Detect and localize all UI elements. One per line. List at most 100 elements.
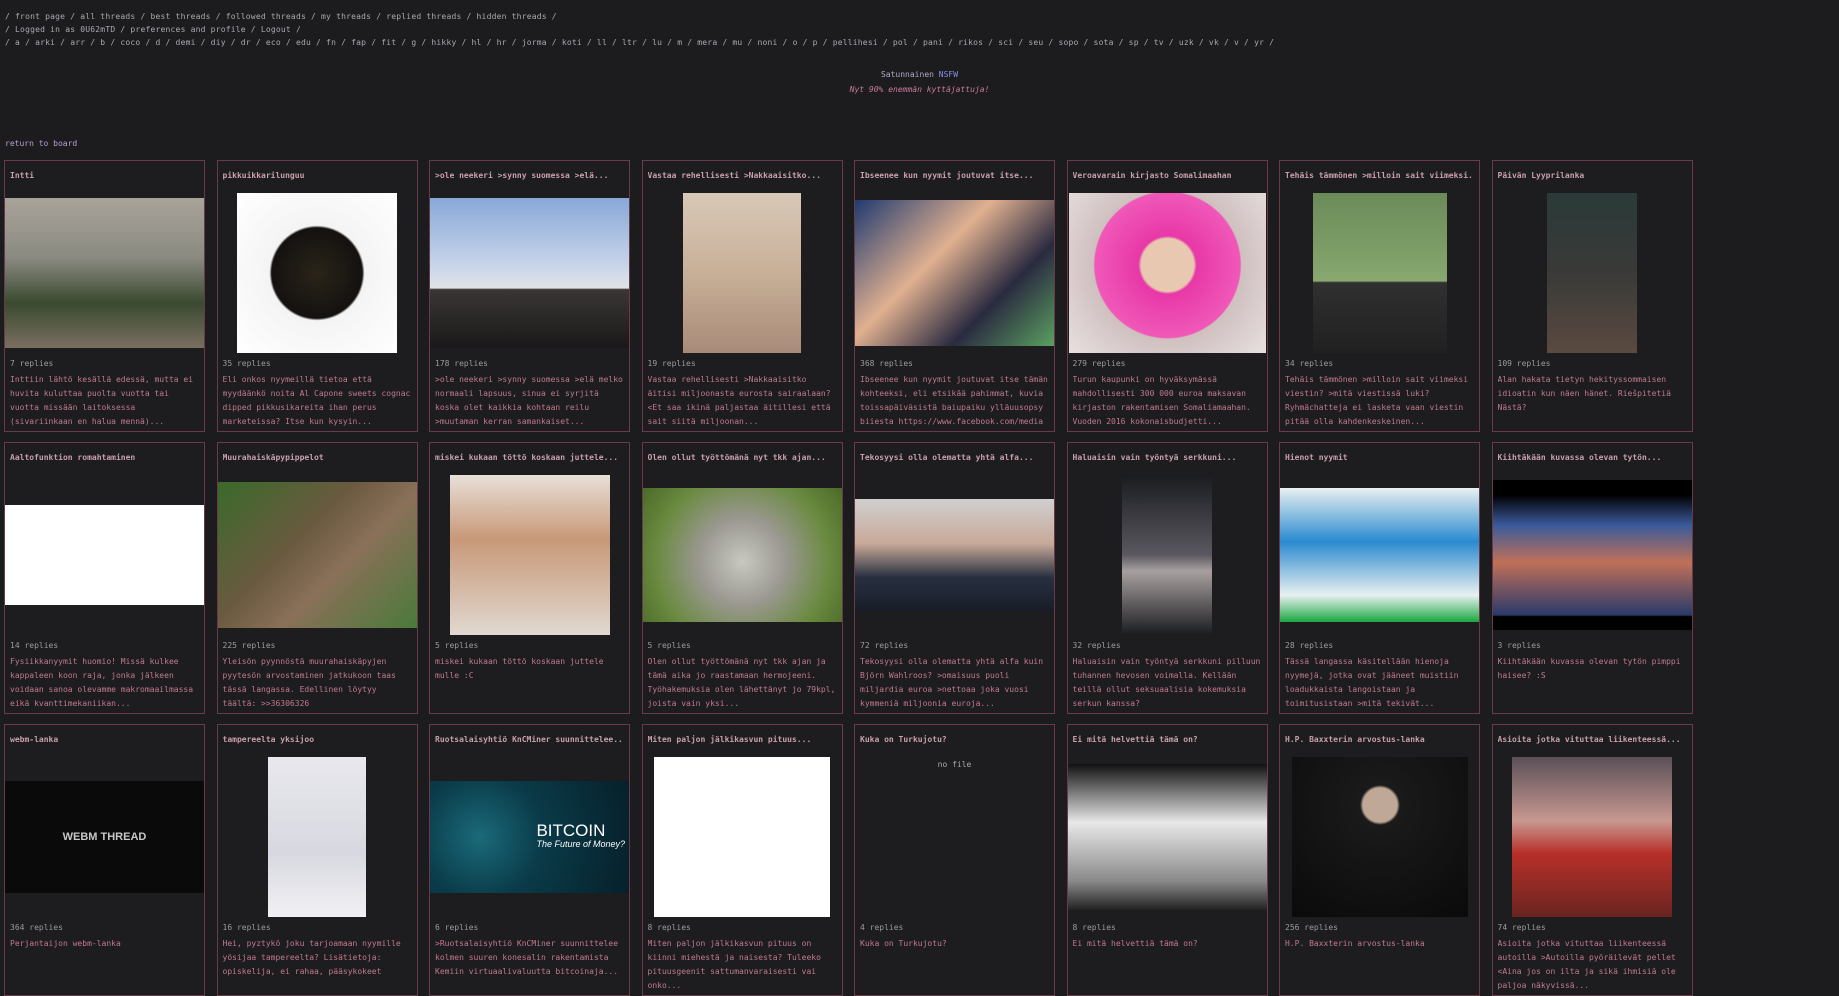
thread-thumbnail[interactable]: [1312, 193, 1447, 353]
thread-title[interactable]: >ole neekeri >synny suomessa >elä...: [435, 171, 624, 180]
thread-thumbnail[interactable]: [855, 499, 1054, 611]
thread-title[interactable]: Tehäis tämmönen >milloin sait viimeksi..…: [1285, 171, 1474, 180]
thread-title[interactable]: Haluaisin vain työntyä serkkuni...: [1073, 453, 1262, 462]
thread-thumbnail[interactable]: [5, 198, 204, 348]
thread-thumbnail[interactable]: BITCOIN The Future of Money?: [430, 781, 629, 893]
thread-title[interactable]: pikkuikkarilunguu: [223, 171, 412, 180]
thumbnail-caption: WEBM THREAD: [62, 831, 147, 843]
thread-card[interactable]: Haluaisin vain työntyä serkkuni... 32 rep…: [1066, 442, 1268, 714]
thread-title[interactable]: tampereelta yksijoo: [223, 735, 412, 744]
thread-thumbnail[interactable]: [449, 475, 610, 635]
thread-card[interactable]: miskei kukaan töttö koskaan juttele... 5 …: [429, 442, 630, 714]
thread-card[interactable]: Ruotsalaisyhtiö KnCMiner suunnittelee...…: [429, 724, 630, 996]
thumbnail-wrapper: [430, 193, 629, 353]
thread-title[interactable]: H.P. Baxxterin arvostus-lanka: [1285, 735, 1474, 744]
thread-card[interactable]: pikkuikkarilunguu 35 replies Eli onkos nyy…: [216, 160, 418, 432]
board-list-nav[interactable]: / a / arki / arr / b / coco / d / demi /…: [5, 38, 1274, 47]
thread-title[interactable]: Asioita jotka vituttaa liikenteessä...: [1498, 735, 1687, 744]
nsfw-link[interactable]: NSFW: [939, 70, 958, 79]
thread-card[interactable]: Aaltofunktion romahtaminen 14 replies Fysi…: [4, 442, 205, 714]
reply-count: 178 replies: [435, 359, 488, 368]
reply-count: 16 replies: [222, 923, 271, 932]
thread-card[interactable]: Veroavarain kirjasto Somalimaahan 279 rep…: [1066, 160, 1268, 432]
thread-title[interactable]: Kuka on Turkujotu?: [860, 735, 1049, 744]
thread-excerpt: >ole neekeri >synny suomessa >elä melko …: [435, 375, 623, 426]
thread-thumbnail[interactable]: [1068, 193, 1266, 353]
thumbnail-wrapper: [1067, 757, 1267, 917]
thread-thumbnail[interactable]: [1492, 480, 1692, 630]
thread-card[interactable]: H.P. Baxxterin arvostus-lanka 256 replies…: [1279, 724, 1480, 996]
thread-thumbnail[interactable]: [237, 193, 397, 353]
reply-count: 74 replies: [1497, 923, 1546, 932]
thread-thumbnail[interactable]: [1122, 475, 1212, 635]
thread-title[interactable]: Muurahaiskäpypippelot: [223, 453, 412, 462]
thread-thumbnail[interactable]: [430, 198, 629, 348]
thread-card[interactable]: Kuka on Turkujotu? no file 4 replies Kuka o…: [854, 724, 1055, 996]
thread-card[interactable]: Kiihtäkään kuvassa olevan tytön... 3 repl…: [1491, 442, 1693, 714]
thread-thumbnail[interactable]: [1547, 193, 1637, 353]
thread-excerpt: Hei, pyztykö joku tarjoamaan nyymille yö…: [222, 939, 401, 976]
account-nav[interactable]: / Logged in as 0U62mTD / preferences and…: [5, 25, 301, 34]
thread-card[interactable]: Tekosyysi olla olematta yhtä alfa... 72 r…: [854, 442, 1055, 714]
thumbnail-wrapper: BITCOIN The Future of Money?: [430, 757, 629, 917]
thread-title[interactable]: Ibseenee kun nyymit joutuvat itse...: [860, 171, 1049, 180]
reply-count: 8 replies: [647, 923, 691, 932]
reply-count: 35 replies: [222, 359, 271, 368]
thread-card[interactable]: Päivän Lyyprilanka 109 replies Alan hakata…: [1491, 160, 1693, 432]
thread-card[interactable]: Muurahaiskäpypippelot 225 replies Yleisön …: [216, 442, 418, 714]
thread-card[interactable]: Olen ollut työttömänä nyt tkk ajan... 5 r…: [641, 442, 843, 714]
thread-card[interactable]: Asioita jotka vituttaa liikenteessä... 74…: [1491, 724, 1693, 996]
thread-thumbnail[interactable]: [642, 488, 842, 622]
thread-excerpt: Yleisön pyynnöstä muurahaiskäpyjen pyyte…: [222, 657, 396, 708]
thread-title[interactable]: Hienot nyymit: [1285, 453, 1474, 462]
thread-thumbnail[interactable]: [1280, 488, 1479, 622]
thread-card[interactable]: tampereelta yksijoo 16 replies Hei, pyztyk…: [216, 724, 418, 996]
thread-card[interactable]: >ole neekeri >synny suomessa >elä... 178 …: [429, 160, 630, 432]
thumbnail-wrapper: [218, 757, 417, 917]
thread-thumbnail[interactable]: [1291, 757, 1468, 917]
thread-title[interactable]: Ruotsalaisyhtiö KnCMiner suunnittelee...: [435, 735, 624, 744]
thread-title[interactable]: Intti: [10, 171, 199, 180]
thread-card[interactable]: Hienot nyymit 28 replies Tässä langassa kä…: [1279, 442, 1480, 714]
thread-title[interactable]: Kiihtäkään kuvassa olevan tytön...: [1498, 453, 1687, 462]
thread-card[interactable]: Ei mitä helvettiä tämä on? 8 replies Ei mi…: [1066, 724, 1268, 996]
thumbnail-wrapper: [430, 475, 629, 635]
thumbnail-wrapper: [5, 475, 204, 635]
thread-thumbnail[interactable]: WEBM THREAD: [5, 781, 204, 893]
thumbnail-wrapper: [1068, 475, 1267, 635]
thread-excerpt: Tekosyysi olla olematta yhtä alfa kuin B…: [860, 657, 1044, 708]
thread-card[interactable]: Vastaa rehellisesti >Nakkaaisitko... 19 r…: [641, 160, 843, 432]
thread-title[interactable]: miskei kukaan töttö koskaan juttele...: [435, 453, 624, 462]
thread-thumbnail[interactable]: [268, 757, 366, 917]
thread-title[interactable]: Vastaa rehellisesti >Nakkaaisitko...: [648, 171, 837, 180]
thread-card[interactable]: Intti 7 replies Inttiin lähtö kesällä edes…: [4, 160, 205, 432]
reply-count: 4 replies: [860, 923, 904, 932]
thread-thumbnail[interactable]: [5, 505, 204, 605]
thread-title[interactable]: Ei mitä helvettiä tämä on?: [1073, 735, 1262, 744]
thread-card[interactable]: Ibseenee kun nyymit joutuvat itse... 368 …: [854, 160, 1055, 432]
thread-title[interactable]: Aaltofunktion romahtaminen: [10, 453, 199, 462]
thread-title[interactable]: Veroavarain kirjasto Somalimaahan: [1073, 171, 1262, 180]
thread-title[interactable]: Olen ollut työttömänä nyt tkk ajan...: [648, 453, 837, 462]
thread-title[interactable]: Miten paljon jälkikasvun pituus...: [648, 735, 837, 744]
thread-thumbnail[interactable]: [654, 757, 830, 917]
thread-card[interactable]: webm-lanka WEBM THREAD 364 replies Perjanta…: [4, 724, 205, 996]
thread-thumbnail[interactable]: [1067, 764, 1267, 910]
thread-excerpt: Inttiin lähtö kesällä edessä, mutta ei h…: [10, 375, 194, 426]
reply-count: 14 replies: [10, 641, 59, 650]
thread-card[interactable]: Tehäis tämmönen >milloin sait viimeksi..…: [1279, 160, 1480, 432]
thread-thumbnail[interactable]: [1512, 757, 1672, 917]
thread-excerpt: Tässä langassa käsitellään hienoja nyyme…: [1285, 657, 1459, 708]
thread-thumbnail[interactable]: [217, 482, 417, 628]
top-nav[interactable]: / front page / all threads / best thread…: [5, 12, 557, 21]
thread-thumbnail[interactable]: [683, 193, 801, 353]
thread-title[interactable]: Tekosyysi olla olematta yhtä alfa...: [860, 453, 1049, 462]
reply-count: 28 replies: [1285, 641, 1334, 650]
thread-excerpt: H.P. Baxxterin arvostus-lanka: [1285, 939, 1425, 948]
thread-title[interactable]: webm-lanka: [10, 735, 199, 744]
thumbnail-wrapper: [217, 475, 417, 635]
thread-title[interactable]: Päivän Lyyprilanka: [1498, 171, 1687, 180]
thread-card[interactable]: Miten paljon jälkikasvun pituus... 8 repl…: [641, 724, 843, 996]
return-to-board-link[interactable]: return to board: [5, 139, 77, 148]
thread-thumbnail[interactable]: [855, 200, 1054, 346]
